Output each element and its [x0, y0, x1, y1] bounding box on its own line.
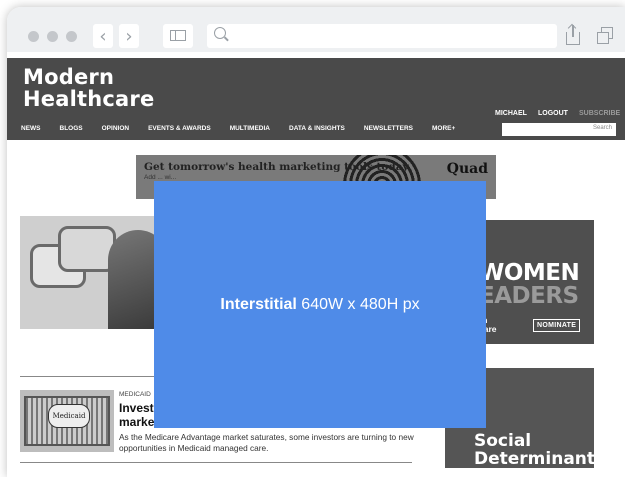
chevron-right-icon: › — [125, 25, 133, 47]
address-bar[interactable] — [207, 24, 557, 48]
nominate-button[interactable]: NOMINATE — [533, 319, 581, 332]
search-icon — [214, 27, 226, 39]
ad-title: Social Determinants — [474, 431, 594, 468]
logout-link[interactable]: LOGOUT — [538, 110, 568, 117]
article-thumbnail[interactable]: Medicaid — [20, 390, 114, 452]
banner-ad-brand: Quad — [446, 161, 488, 177]
chevron-left-icon: ‹ — [99, 25, 107, 47]
banner-ad-subtext: Add ... wi... — [144, 174, 177, 181]
banner-ad-headline: Get tomorrow's health marketing tools to… — [144, 161, 409, 173]
ad-line-2: EADERS — [479, 283, 579, 309]
search-placeholder: Search — [592, 125, 612, 131]
hero-image[interactable] — [20, 216, 154, 329]
browser-toolbar: ‹ › — [7, 7, 625, 52]
article-summary: As the Medicare Advantage market saturat… — [119, 432, 414, 453]
nav-item-more[interactable]: MORE+ — [432, 125, 455, 132]
share-button[interactable] — [563, 24, 585, 48]
interstitial-ad[interactable]: Interstitial 640W x 480H px — [154, 181, 486, 428]
divider — [20, 462, 412, 463]
site-search-input[interactable]: Search — [502, 123, 616, 136]
window-maximize-dot[interactable] — [66, 31, 77, 42]
nav-item-newsletters[interactable]: NEWSLETTERS — [364, 125, 413, 132]
nav-item-opinion[interactable]: OPINION — [102, 125, 129, 132]
article-category[interactable]: MEDICAID — [119, 391, 151, 398]
sidebar-toggle-button[interactable] — [163, 24, 193, 48]
nav-item-blogs[interactable]: BLOGS — [60, 125, 83, 132]
back-button[interactable]: ‹ — [93, 24, 113, 48]
main-nav: NEWS BLOGS OPINION EVENTS & AWARDS MULTI… — [21, 125, 474, 132]
user-name-link[interactable]: MICHAEL — [495, 110, 527, 117]
nav-item-data-insights[interactable]: DATA & INSIGHTS — [289, 125, 345, 132]
tabs-button[interactable] — [595, 24, 617, 48]
women-leaders-ad[interactable]: WOMEN EADERS rn care NOMINATE — [473, 220, 594, 344]
interstitial-label: Interstitial 640W x 480H px — [220, 295, 420, 313]
nav-item-events-awards[interactable]: EVENTS & AWARDS — [148, 125, 211, 132]
site-header: Modern Healthcare MICHAEL LOGOUT SUBSCRI… — [7, 58, 625, 140]
nav-item-multimedia[interactable]: MULTIMEDIA — [230, 125, 270, 132]
person-illustration — [108, 230, 154, 329]
forward-button[interactable]: › — [119, 24, 139, 48]
window-minimize-dot[interactable] — [47, 31, 58, 42]
subscribe-link[interactable]: SUBSCRIBE — [579, 110, 620, 117]
thumb-label: Medicaid — [48, 404, 90, 428]
sidebar-icon — [170, 30, 186, 41]
site-logo[interactable]: Modern Healthcare — [23, 66, 154, 110]
window-close-dot[interactable] — [28, 31, 39, 42]
nav-item-news[interactable]: NEWS — [21, 125, 41, 132]
